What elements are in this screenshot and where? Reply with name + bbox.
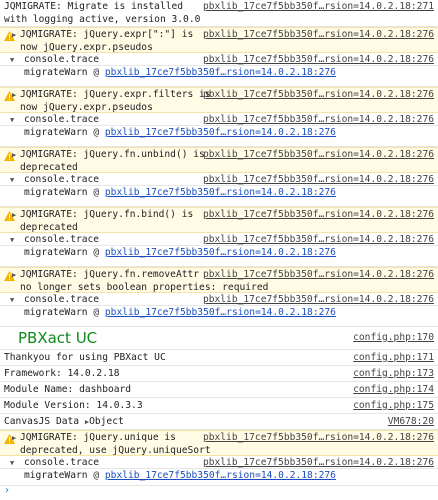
trace-frame: migrateWarn @ pbxlib_17ce7f5bb350f…rsion… xyxy=(0,126,438,147)
message-text: JQMIGRATE: jQuery.fn.bind() is deprecate… xyxy=(20,209,194,233)
collapse-triangle-icon[interactable]: ▼ xyxy=(10,56,14,64)
expand-triangle-icon[interactable]: ▶ xyxy=(12,31,16,39)
source-link[interactable]: config.php:174 xyxy=(353,384,434,397)
warning-message: ▶ JQMIGRATE: jQuery.fn.bind() is depreca… xyxy=(0,207,438,233)
source-link[interactable]: config.php:170 xyxy=(353,332,434,345)
console-message: Thankyou for using PBXact UC config.php:… xyxy=(0,350,438,366)
console-message: Framework: 14.0.2.18 config.php:173 xyxy=(0,366,438,382)
message-text: JQMIGRATE: jQuery.unique is deprecated, … xyxy=(20,432,211,456)
trace-frame-text: migrateWarn @ pbxlib_17ce7f5bb350f…rsion… xyxy=(24,67,336,78)
source-link[interactable]: pbxlib_17ce7f5bb350f…rsion=14.0.2.18:276 xyxy=(203,432,434,445)
expand-triangle-icon[interactable]: ▶ xyxy=(12,271,16,279)
console-message: Module Name: dashboard config.php:174 xyxy=(0,382,438,398)
trace-frame: migrateWarn @ pbxlib_17ce7f5bb350f…rsion… xyxy=(0,469,438,486)
trace-frame: migrateWarn @ pbxlib_17ce7f5bb350f…rsion… xyxy=(0,66,438,87)
source-link[interactable]: pbxlib_17ce7f5bb350f…rsion=14.0.2.18:276 xyxy=(203,234,434,247)
trace-label: console.trace xyxy=(24,114,100,125)
source-link[interactable]: pbxlib_17ce7f5bb350f…rsion=14.0.2.18:276 xyxy=(203,89,434,102)
source-link[interactable]: pbxlib_17ce7f5bb350f…rsion=14.0.2.18:276 xyxy=(203,174,434,187)
expand-triangle-icon[interactable]: ▶ xyxy=(12,434,16,442)
source-link[interactable]: pbxlib_17ce7f5bb350f…rsion=14.0.2.18:276 xyxy=(203,457,434,470)
prompt-chevron-icon: › xyxy=(4,485,11,496)
expand-triangle-icon[interactable]: ▶ xyxy=(12,91,16,99)
trace-label: console.trace xyxy=(24,294,100,305)
trace-frame: migrateWarn @ pbxlib_17ce7f5bb350f…rsion… xyxy=(0,306,438,327)
source-link[interactable]: config.php:175 xyxy=(353,400,434,413)
trace-label: console.trace xyxy=(24,234,100,245)
trace-label: console.trace xyxy=(24,174,100,185)
console-message: JQMIGRATE: Migrate is installed with log… xyxy=(0,0,438,27)
console-message: Module Version: 14.0.3.3 config.php:175 xyxy=(0,398,438,414)
source-link[interactable]: pbxlib_17ce7f5bb350f…rsion=14.0.2.18:276 xyxy=(203,54,434,67)
collapse-triangle-icon[interactable]: ▼ xyxy=(10,176,14,184)
source-link[interactable]: pbxlib_17ce7f5bb350f…rsion=14.0.2.18:276 xyxy=(203,114,434,127)
collapse-triangle-icon[interactable]: ▼ xyxy=(10,459,14,467)
trace-frame-text: migrateWarn @ pbxlib_17ce7f5bb350f…rsion… xyxy=(24,307,336,318)
source-link[interactable]: config.php:171 xyxy=(353,352,434,365)
console-trace[interactable]: ▼ console.trace pbxlib_17ce7f5bb350f…rsi… xyxy=(0,113,438,126)
console-trace[interactable]: ▼ console.trace pbxlib_17ce7f5bb350f…rsi… xyxy=(0,233,438,246)
console-trace[interactable]: ▼ console.trace pbxlib_17ce7f5bb350f…rsi… xyxy=(0,173,438,186)
source-link[interactable]: pbxlib_17ce7f5bb350f…rsion=14.0.2.18:276 xyxy=(203,294,434,307)
warning-message: ▶ JQMIGRATE: jQuery.expr[":"] is now jQu… xyxy=(0,27,438,53)
trace-frame-link[interactable]: pbxlib_17ce7f5bb350f…rsion=14.0.2.18:276 xyxy=(105,127,336,138)
message-text: Thankyou for using PBXact UC xyxy=(4,352,166,363)
message-text: JQMIGRATE: jQuery.expr.filters is now jQ… xyxy=(20,89,211,113)
trace-frame-link[interactable]: pbxlib_17ce7f5bb350f…rsion=14.0.2.18:276 xyxy=(105,187,336,198)
collapse-triangle-icon[interactable]: ▼ xyxy=(10,296,14,304)
message-text: Framework: 14.0.2.18 xyxy=(4,368,120,379)
trace-frame: migrateWarn @ pbxlib_17ce7f5bb350f…rsion… xyxy=(0,246,438,267)
console-panel: JQMIGRATE: Migrate is installed with log… xyxy=(0,0,438,500)
message-text: Module Version: 14.0.3.3 xyxy=(4,400,143,411)
trace-frame-link[interactable]: pbxlib_17ce7f5bb350f…rsion=14.0.2.18:276 xyxy=(105,470,336,481)
trace-frame-link[interactable]: pbxlib_17ce7f5bb350f…rsion=14.0.2.18:276 xyxy=(105,247,336,258)
message-text: Module Name: dashboard xyxy=(4,384,132,395)
trace-frame-text: migrateWarn @ pbxlib_17ce7f5bb350f…rsion… xyxy=(24,127,336,138)
trace-frame-link[interactable]: pbxlib_17ce7f5bb350f…rsion=14.0.2.18:276 xyxy=(105,307,336,318)
console-message: PBXact UC config.php:170 xyxy=(0,327,438,350)
pbx-title: PBXact UC xyxy=(18,329,98,347)
trace-frame-text: migrateWarn @ pbxlib_17ce7f5bb350f…rsion… xyxy=(24,187,336,198)
source-link[interactable]: config.php:173 xyxy=(353,368,434,381)
console-trace[interactable]: ▼ console.trace pbxlib_17ce7f5bb350f…rsi… xyxy=(0,53,438,66)
object-text: CanvasJS Data ▶Object xyxy=(4,416,124,427)
console-trace[interactable]: ▼ console.trace pbxlib_17ce7f5bb350f…rsi… xyxy=(0,293,438,306)
source-link[interactable]: pbxlib_17ce7f5bb350f…rsion=14.0.2.18:276 xyxy=(203,149,434,162)
console-object[interactable]: CanvasJS Data ▶Object VM678:20 xyxy=(0,414,438,430)
expand-triangle-icon[interactable]: ▶ xyxy=(12,211,16,219)
warning-message: ▶ JQMIGRATE: jQuery.fn.unbind() is depre… xyxy=(0,147,438,173)
warning-message: ▶ JQMIGRATE: jQuery.fn.removeAttr no lon… xyxy=(0,267,438,293)
collapse-triangle-icon[interactable]: ▼ xyxy=(10,116,14,124)
trace-frame-link[interactable]: pbxlib_17ce7f5bb350f…rsion=14.0.2.18:276 xyxy=(105,67,336,78)
trace-label: console.trace xyxy=(24,457,100,468)
message-text: JQMIGRATE: jQuery.expr[":"] is now jQuer… xyxy=(20,29,194,53)
source-link[interactable]: VM678:20 xyxy=(388,416,434,429)
trace-frame-text: migrateWarn @ pbxlib_17ce7f5bb350f…rsion… xyxy=(24,470,336,481)
console-trace[interactable]: ▼ console.trace pbxlib_17ce7f5bb350f…rsi… xyxy=(0,456,438,469)
warning-message: ▶ JQMIGRATE: jQuery.expr.filters is now … xyxy=(0,87,438,113)
console-prompt[interactable]: › xyxy=(0,485,438,500)
message-text: JQMIGRATE: Migrate is installed with log… xyxy=(4,1,201,25)
expand-triangle-icon[interactable]: ▶ xyxy=(12,151,16,159)
source-link[interactable]: pbxlib_17ce7f5bb350f…rsion=14.0.2.18:276 xyxy=(203,29,434,42)
trace-frame-text: migrateWarn @ pbxlib_17ce7f5bb350f…rsion… xyxy=(24,247,336,258)
trace-label: console.trace xyxy=(24,54,100,65)
source-link[interactable]: pbxlib_17ce7f5bb350f…rsion=14.0.2.18:276 xyxy=(203,269,434,282)
source-link[interactable]: pbxlib_17ce7f5bb350f…rsion=14.0.2.18:276 xyxy=(203,209,434,222)
message-text: JQMIGRATE: jQuery.fn.unbind() is depreca… xyxy=(20,149,205,173)
warning-message: ▶ JQMIGRATE: jQuery.unique is deprecated… xyxy=(0,430,438,456)
collapse-triangle-icon[interactable]: ▼ xyxy=(10,236,14,244)
source-link[interactable]: pbxlib_17ce7f5bb350f…rsion=14.0.2.18:271 xyxy=(203,1,434,14)
trace-frame: migrateWarn @ pbxlib_17ce7f5bb350f…rsion… xyxy=(0,186,438,207)
